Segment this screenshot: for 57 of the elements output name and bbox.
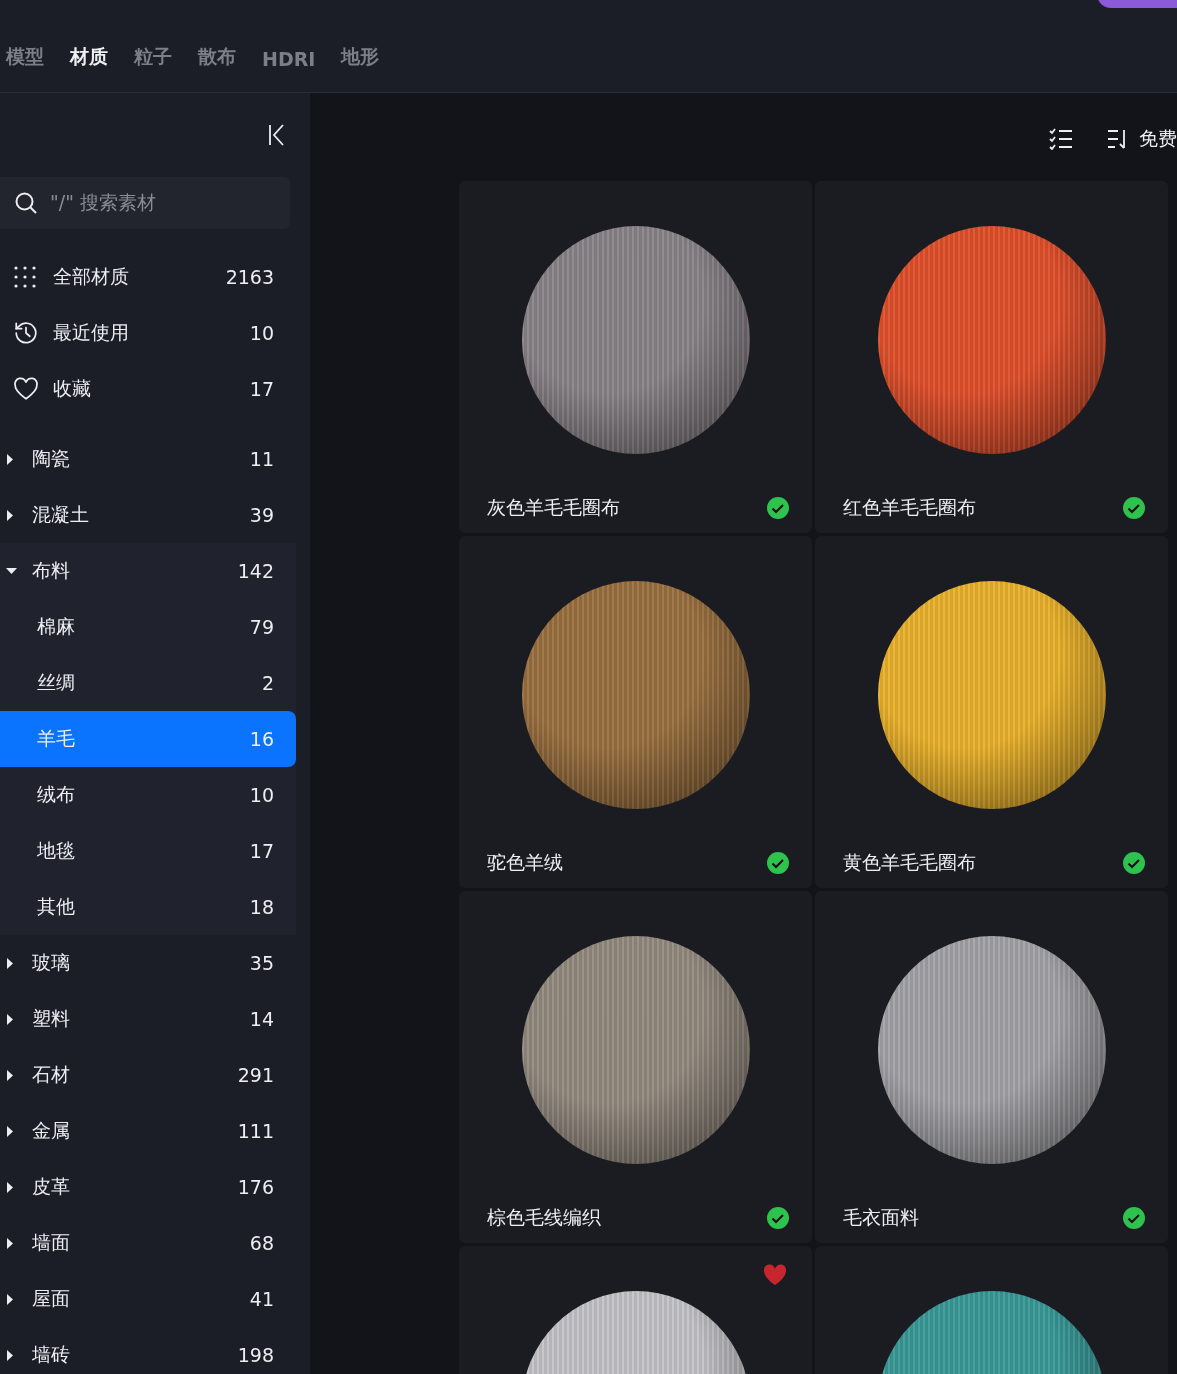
category-item[interactable]: 石材 291 <box>0 1047 296 1103</box>
material-name: 驼色羊绒 <box>487 850 564 875</box>
history-icon <box>13 320 39 346</box>
material-card[interactable]: 驼色羊绒 <box>459 536 812 888</box>
material-card[interactable]: 黄色羊毛毛圈布 <box>815 536 1168 888</box>
category-tab[interactable]: 散布 <box>198 44 236 70</box>
material-card[interactable]: 灰色羊毛毛圈布 <box>459 181 812 533</box>
sort-button[interactable]: 免费 <box>1107 126 1177 152</box>
category-tab[interactable]: HDRI <box>262 48 316 70</box>
caret-right-icon <box>6 1237 14 1249</box>
category-item[interactable]: 屋面 41 <box>0 1271 296 1327</box>
category-tab[interactable]: 地形 <box>341 44 380 70</box>
caret-down-icon <box>6 567 17 575</box>
search-field[interactable]: "/" 搜索素材 <box>0 177 290 229</box>
subcategory-item[interactable]: 丝绸 2 <box>0 655 296 711</box>
caret-right-icon <box>6 1069 14 1081</box>
search-icon <box>14 191 38 215</box>
caret-right-icon <box>6 1125 14 1137</box>
caret-right-icon <box>6 957 14 969</box>
category-tab[interactable]: 粒子 <box>134 44 172 70</box>
category-item[interactable]: 皮革 176 <box>0 1159 296 1215</box>
subcategory-item[interactable]: 羊毛 16 <box>0 711 296 767</box>
category-item[interactable]: 金属 111 <box>0 1103 296 1159</box>
category-tab[interactable]: 材质 <box>70 44 108 70</box>
collapse-icon[interactable] <box>268 124 286 146</box>
grid-icon <box>13 265 37 289</box>
filter-list-icon[interactable] <box>1049 128 1073 150</box>
category-item[interactable]: 墙砖 198 <box>0 1327 296 1374</box>
material-card[interactable]: 毛衣面料 <box>815 891 1168 1243</box>
material-name: 红色羊毛毛圈布 <box>843 495 977 520</box>
category-item[interactable]: 墙面 68 <box>0 1215 296 1271</box>
material-card[interactable]: 棕色毛线编织 <box>459 891 812 1243</box>
sidebar-item[interactable]: 收藏 17 <box>0 361 296 417</box>
subcategory-item[interactable]: 棉麻 79 <box>0 599 296 655</box>
sidebar-item[interactable]: 全部材质 2163 <box>0 249 296 305</box>
favorite-heart-icon[interactable] <box>762 1264 788 1286</box>
material-name: 棕色毛线编织 <box>487 1205 602 1230</box>
subcategory-item[interactable]: 地毯 17 <box>0 823 296 879</box>
caret-right-icon <box>6 1349 14 1361</box>
category-item[interactable]: 玻璃 35 <box>0 935 296 991</box>
category-item[interactable]: 混凝土 39 <box>0 487 296 543</box>
material-name: 灰色羊毛毛圈布 <box>487 495 621 520</box>
caret-right-icon <box>6 1013 14 1025</box>
material-card[interactable]: 红色羊毛毛圈布 <box>815 181 1168 533</box>
material-name: 毛衣面料 <box>843 1205 920 1230</box>
material-name: 黄色羊毛毛圈布 <box>843 850 977 875</box>
caret-right-icon <box>6 1293 14 1305</box>
subcategory-item[interactable]: 其他 18 <box>0 879 296 935</box>
caret-right-icon <box>6 1181 14 1193</box>
category-tab[interactable]: 模型 <box>6 44 44 70</box>
sidebar-item[interactable]: 最近使用 10 <box>0 305 296 361</box>
category-item[interactable]: 塑料 14 <box>0 991 296 1047</box>
subcategory-item[interactable]: 绒布 10 <box>0 767 296 823</box>
caret-right-icon <box>6 509 14 521</box>
caret-right-icon <box>6 453 14 465</box>
heart-icon <box>13 377 39 401</box>
category-item[interactable]: 陶瓷 11 <box>0 431 296 487</box>
